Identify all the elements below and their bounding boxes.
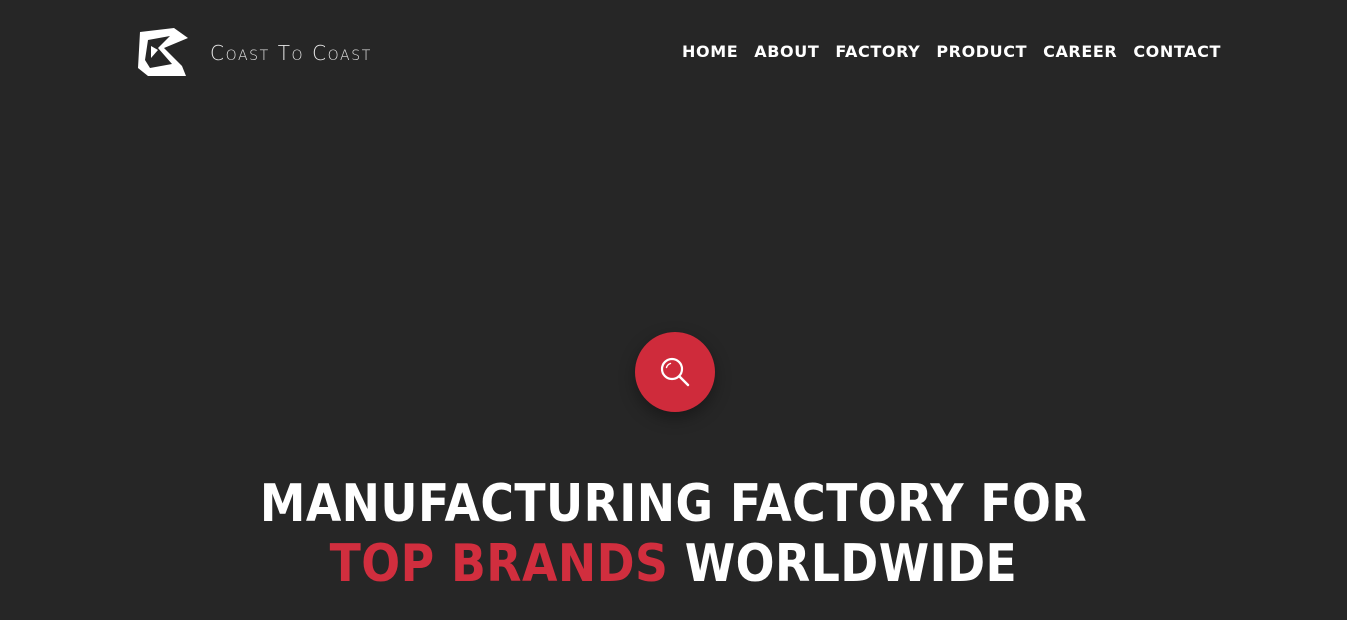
search-icon: [660, 357, 690, 387]
coast-to-coast-logo-icon: [138, 28, 188, 76]
site-header: Coast To Coast HOME ABOUT FACTORY PRODUC…: [0, 0, 1347, 106]
nav-item-about[interactable]: ABOUT: [754, 42, 819, 62]
nav-item-factory[interactable]: FACTORY: [835, 42, 920, 62]
main-nav: HOME ABOUT FACTORY PRODUCT CAREER CONTAC…: [682, 42, 1221, 62]
nav-item-career[interactable]: CAREER: [1043, 42, 1117, 62]
hero-line-2: TOP BRANDS WORLDWIDE: [81, 534, 1266, 594]
hero-accent-text: TOP BRANDS: [329, 534, 669, 594]
page: Coast To Coast HOME ABOUT FACTORY PRODUC…: [0, 0, 1347, 620]
nav-item-product[interactable]: PRODUCT: [936, 42, 1027, 62]
hero-headline: MANUFACTURING FACTORY FOR TOP BRANDS WOR…: [81, 474, 1266, 594]
nav-item-home[interactable]: HOME: [682, 42, 738, 62]
hero-line-2-rest: WORLDWIDE: [684, 534, 1018, 594]
brand-name: Coast To Coast: [210, 41, 372, 65]
logo-link[interactable]: Coast To Coast: [134, 24, 372, 80]
hero-line-1: MANUFACTURING FACTORY FOR: [259, 474, 1088, 534]
nav-item-contact[interactable]: CONTACT: [1133, 42, 1221, 62]
search-button[interactable]: [635, 332, 715, 412]
